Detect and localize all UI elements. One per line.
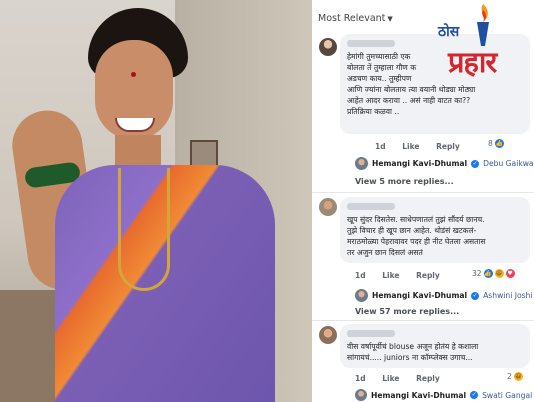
verified-icon: ✓: [471, 291, 480, 300]
haha-reaction-icon: 😆: [513, 372, 523, 381]
reaction-count: 32: [472, 269, 482, 278]
reply-preview[interactable]: Hemangi Kavi-Dhumal ✓ Ashwini Joshi th: [355, 289, 534, 302]
comment-line: सांगायचं..... juniors ना कॉम्प्लेक्स उगा…: [347, 353, 473, 362]
commenter-avatar[interactable]: [319, 38, 337, 56]
reply-author: Hemangi Kavi-Dhumal: [372, 291, 468, 300]
comment-line: मराठमोळ्या पेहरावावर पदर ही नीट घेतला अस…: [347, 237, 486, 246]
comment-line: वीस वर्षापूर्वीचं blouse अजून होतंय हे क…: [347, 342, 479, 351]
sort-label: Most Relevant: [318, 13, 386, 24]
reply-link[interactable]: Reply: [436, 142, 460, 151]
brand-logo: ठोस प्रहार: [438, 0, 534, 80]
bindi: [131, 72, 136, 77]
comment-time: 1d: [355, 374, 366, 383]
comment-actions: 1d Like Reply: [375, 142, 474, 151]
actress-photo: [0, 0, 312, 402]
reply-link[interactable]: Reply: [416, 271, 440, 280]
gold-necklace: [118, 168, 170, 291]
like-link[interactable]: Like: [402, 142, 419, 151]
divider: [312, 320, 534, 321]
reaction-summary[interactable]: 32 👍 😆 ♥: [472, 269, 515, 278]
reply-avatar: [355, 289, 368, 302]
verified-icon: ✓: [470, 391, 479, 399]
reply-author: Hemangi Kavi-Dhumal: [372, 159, 468, 168]
reply-mention: Ashwini Joshi th: [483, 291, 534, 300]
reply-preview[interactable]: Hemangi Kavi-Dhumal ✓ Swati Gangal se: [355, 389, 534, 401]
like-link[interactable]: Like: [382, 374, 399, 383]
comment-time: 1d: [375, 142, 386, 151]
like-link[interactable]: Like: [382, 271, 399, 280]
like-reaction-icon: 👍: [494, 139, 504, 148]
reply-preview[interactable]: Hemangi Kavi-Dhumal ✓ Debu Gaikwad: [355, 157, 534, 170]
commenter-avatar[interactable]: [319, 198, 337, 216]
comment-bubble: खूप सुंदर दिसतेस. साधेपणातलं तुझं सौंदर्…: [340, 197, 530, 263]
reaction-count: 2: [507, 372, 512, 381]
comment-line: आणि ज्यांना बोलताय त्या वयानी थोड्या मोठ…: [347, 85, 476, 94]
reaction-count: 8: [488, 139, 493, 148]
blurred-name: [347, 40, 395, 47]
comment-bubble: वीस वर्षापूर्वीचं blouse अजून होतंय हे क…: [340, 324, 530, 368]
blurred-name: [347, 203, 395, 210]
logo-small-text: ठोस: [438, 24, 460, 40]
love-reaction-icon: ♥: [505, 269, 515, 278]
blurred-name: [347, 330, 395, 337]
sort-dropdown[interactable]: Most Relevant ▼: [318, 13, 393, 24]
verified-icon: ✓: [471, 159, 480, 168]
reply-author: Hemangi Kavi-Dhumal: [371, 390, 467, 400]
comment-line: खूप सुंदर दिसतेस. साधेपणातलं तुझं सौंदर्…: [347, 215, 485, 224]
comment-time: 1d: [355, 271, 366, 280]
divider: [312, 192, 534, 193]
reply-mention: Debu Gaikwad: [483, 159, 534, 168]
comment-actions: 1d Like Reply: [355, 271, 454, 280]
comment-line: तर अजुन छान दिसलं असतं: [347, 248, 423, 257]
chevron-down-icon: ▼: [387, 15, 393, 23]
comment-line: आहेत आदर करावा .. असं नाही वाटत का??: [347, 96, 471, 105]
logo-big-text: प्रहार: [448, 45, 497, 79]
reply-avatar: [355, 157, 368, 170]
reaction-summary[interactable]: 8 👍: [488, 139, 504, 148]
reaction-summary[interactable]: 2 😆: [507, 372, 523, 381]
comment-line: तुझे विचार ही खूप छान आहेत. थोडंसं खटकलं…: [347, 226, 477, 235]
comment-actions: 1d Like Reply: [355, 374, 454, 383]
reply-avatar: [355, 389, 367, 401]
view-more-replies[interactable]: View 57 more replies...: [355, 307, 459, 316]
reply-link[interactable]: Reply: [416, 374, 440, 383]
commenter-avatar[interactable]: [319, 326, 337, 344]
view-more-replies[interactable]: View 5 more replies...: [355, 177, 454, 186]
haha-reaction-icon: 😆: [494, 269, 504, 278]
comment-line: प्रतिक्रिया कळवा ..: [347, 107, 400, 116]
like-reaction-icon: 👍: [483, 269, 493, 278]
reply-mention: Swati Gangal se: [482, 390, 534, 400]
